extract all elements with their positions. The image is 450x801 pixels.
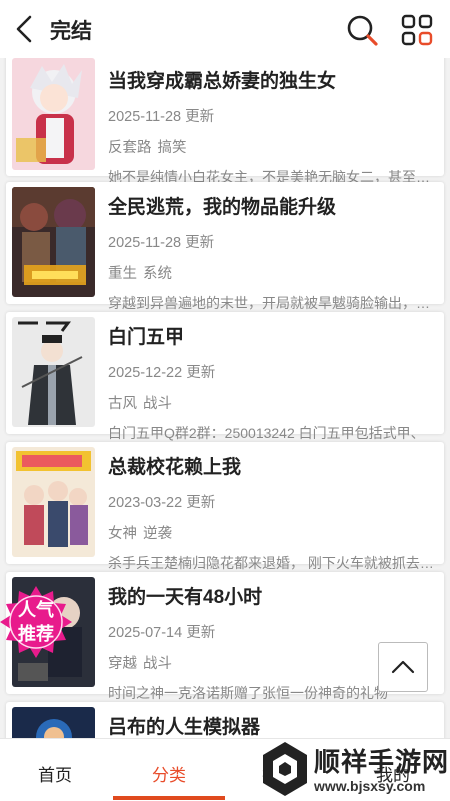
watermark-logo-icon: [263, 742, 307, 796]
book-title[interactable]: 吕布的人生模拟器: [108, 712, 260, 738]
book-info: 总裁校花赖上我 2023-03-22 更新 女神 逆袭 杀手兵王楚楠归隐花都来退…: [108, 452, 434, 573]
book-cover: [12, 707, 95, 738]
book-description: 穿越到异兽遍地的末世，开局就被旱魃骑脸输出，幸好我有升级系统: [108, 295, 434, 311]
book-tags: 反套路 搞笑: [108, 140, 187, 156]
popular-recommend-badge[interactable]: 人气 推荐: [0, 586, 72, 658]
site-watermark: 顺祥手游网 www.bjsxsy.com: [258, 738, 450, 800]
badge-label: 人气 推荐: [0, 598, 72, 646]
book-update-date: 2025-07-14 更新: [108, 625, 216, 641]
book-info: 白门五甲 2025-12-22 更新 古风 战斗 白门五甲Q群2群：250013…: [108, 322, 434, 443]
page-title: 完结: [50, 20, 92, 43]
book-update-date: 2025-11-28 更新: [108, 235, 215, 251]
book-card[interactable]: 全民逃荒，我的物品能升级 2025-11-28 更新 重生 系统 穿越到异兽遍地…: [6, 182, 444, 311]
book-card[interactable]: 当我穿成霸总娇妻的独生女 2025-11-28 更新 反套路 搞笑 她不是纯情小…: [6, 58, 444, 185]
watermark-name: 顺祥手游网: [314, 747, 450, 777]
top-bar: 完结: [0, 0, 450, 58]
book-info: 吕布的人生模拟器: [108, 712, 260, 738]
book-title[interactable]: 我的一天有48小时: [108, 582, 434, 609]
chevron-left-icon[interactable]: [10, 13, 40, 45]
tab-category[interactable]: 分类: [152, 761, 186, 786]
book-title[interactable]: 全民逃荒，我的物品能升级: [108, 192, 434, 219]
book-tags: 重生 系统: [108, 266, 173, 282]
book-update-date: 2025-12-22 更新: [108, 365, 216, 381]
book-info: 全民逃荒，我的物品能升级 2025-11-28 更新 重生 系统 穿越到异兽遍地…: [108, 192, 434, 313]
book-description: 杀手兵王楚楠归隐花都来退婚， 刚下火车就被抓去当了保镖: [108, 555, 434, 571]
book-cover: [12, 317, 95, 427]
book-cover: [12, 187, 95, 297]
book-tags: 古风 战斗: [108, 396, 173, 412]
active-tab-indicator: [113, 796, 225, 800]
book-card[interactable]: 总裁校花赖上我 2023-03-22 更新 女神 逆袭 杀手兵王楚楠归隐花都来退…: [6, 442, 444, 571]
book-cover: [12, 447, 95, 557]
book-title[interactable]: 总裁校花赖上我: [108, 452, 434, 479]
book-description: 白门五甲Q群2群：250013242 白门五甲包括式甲、: [108, 425, 425, 441]
badge-line-1: 人气: [18, 600, 54, 620]
book-update-date: 2023-03-22 更新: [108, 495, 216, 511]
watermark-url: www.bjsxsy.com: [314, 778, 426, 794]
back-to-top-button[interactable]: [378, 642, 428, 692]
badge-line-2: 推荐: [18, 624, 54, 644]
book-title[interactable]: 白门五甲: [108, 322, 434, 349]
book-info: 当我穿成霸总娇妻的独生女 2025-11-28 更新 反套路 搞笑 她不是纯情小…: [108, 66, 434, 187]
book-update-date: 2025-11-28 更新: [108, 109, 215, 125]
tab-home[interactable]: 首页: [38, 761, 72, 786]
book-title[interactable]: 当我穿成霸总娇妻的独生女: [108, 66, 434, 93]
chevron-up-icon: [391, 660, 415, 674]
search-icon[interactable]: [344, 12, 380, 48]
book-card[interactable]: 吕布的人生模拟器: [6, 702, 444, 738]
book-cover: [12, 58, 95, 170]
grid-icon[interactable]: [400, 13, 434, 47]
book-tags: 女神 逆袭: [108, 526, 173, 542]
book-card[interactable]: 白门五甲 2025-12-22 更新 古风 战斗 白门五甲Q群2群：250013…: [6, 312, 444, 441]
